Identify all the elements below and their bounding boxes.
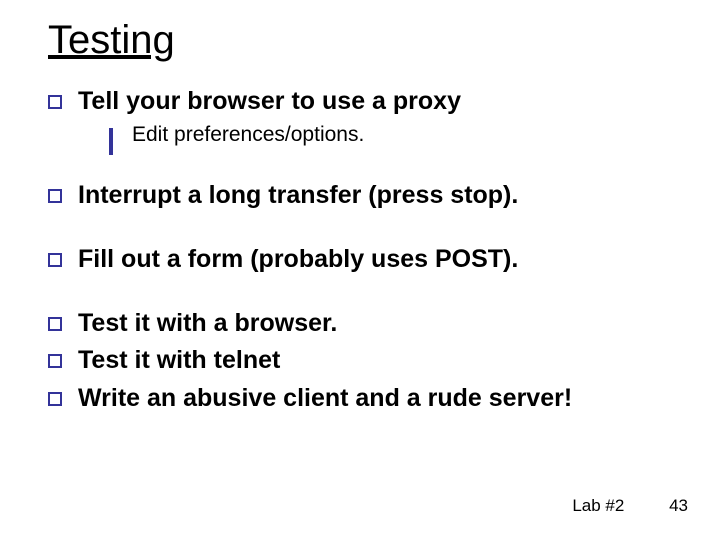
- bullet-list: Tell your browser to use a proxy Edit pr…: [48, 85, 690, 416]
- bullet-item: Test it with a browser.: [48, 307, 690, 341]
- square-bullet-icon: [48, 95, 62, 109]
- square-bullet-icon: [48, 354, 62, 368]
- bullet-item: Test it with telnet: [48, 344, 690, 378]
- sub-bullet-item: Edit preferences/options.: [108, 121, 690, 149]
- slide: Testing Tell your browser to use a proxy…: [0, 0, 720, 540]
- square-bullet-icon: [48, 392, 62, 406]
- square-bullet-icon: [48, 317, 62, 331]
- bullet-item: Fill out a form (probably uses POST).: [48, 243, 690, 277]
- square-bullet-icon: [48, 189, 62, 203]
- sub-bullet-list: Edit preferences/options.: [108, 121, 690, 149]
- bullet-text: Tell your browser to use a proxy: [78, 87, 461, 115]
- bullet-text: Test it with a browser.: [78, 309, 337, 337]
- bullet-text: Test it with telnet: [78, 346, 280, 374]
- sub-bullet-text: Edit preferences/options.: [132, 123, 364, 146]
- page-number: 43: [669, 496, 688, 515]
- bullet-text: Write an abusive client and a rude serve…: [78, 384, 572, 412]
- diamond-bullet-icon: [108, 128, 124, 144]
- slide-title: Testing: [48, 18, 690, 63]
- bullet-item: Interrupt a long transfer (press stop).: [48, 179, 690, 213]
- slide-footer: Lab #2 43: [572, 496, 688, 516]
- bullet-item: Write an abusive client and a rude serve…: [48, 382, 690, 416]
- square-bullet-icon: [48, 253, 62, 267]
- footer-label: Lab #2: [572, 496, 624, 515]
- bullet-text: Interrupt a long transfer (press stop).: [78, 181, 518, 209]
- bullet-text: Fill out a form (probably uses POST).: [78, 245, 518, 273]
- bullet-item: Tell your browser to use a proxy Edit pr…: [48, 85, 690, 149]
